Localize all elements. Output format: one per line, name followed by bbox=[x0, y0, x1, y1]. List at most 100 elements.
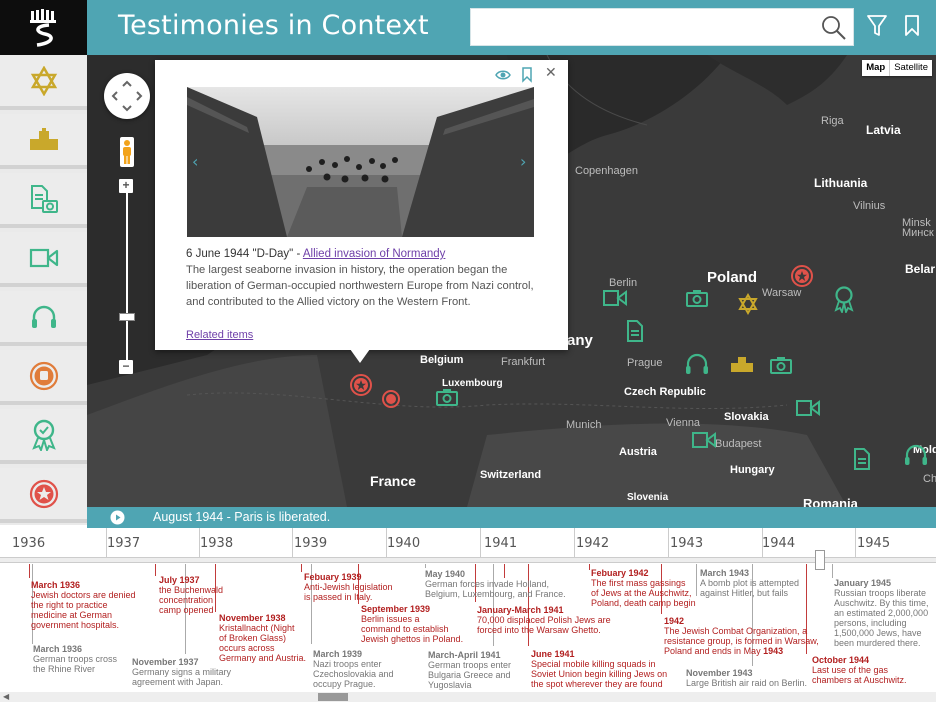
marker-star-badge-icon[interactable] bbox=[349, 373, 373, 397]
map-button[interactable]: Map bbox=[862, 60, 891, 76]
bookmark-icon[interactable] bbox=[903, 14, 921, 38]
pan-control[interactable] bbox=[104, 73, 150, 119]
year-label[interactable]: 1943 bbox=[670, 536, 703, 551]
satellite-button[interactable]: Satellite bbox=[890, 60, 932, 76]
sidebar-item-documents-photos[interactable] bbox=[0, 173, 87, 228]
zoom-in-button[interactable]: + bbox=[119, 179, 133, 193]
landing-craft-photo: ‹ › bbox=[187, 87, 534, 237]
popup-bookmark-icon[interactable] bbox=[521, 67, 533, 83]
popup-close-button[interactable]: ✕ bbox=[545, 64, 557, 81]
search-box[interactable] bbox=[470, 8, 854, 46]
year-label[interactable]: 1937 bbox=[107, 536, 140, 551]
scrollbar-thumb[interactable] bbox=[318, 693, 348, 701]
timeline[interactable]: 1936 1937 1938 1939 1940 1941 1942 1943 … bbox=[0, 528, 936, 702]
timeline-event[interactable]: November 1937 Germany signs a military ag… bbox=[132, 657, 231, 687]
timeline-event[interactable]: November 1943 Large British air raid on … bbox=[686, 668, 807, 688]
timeline-event[interactable]: May 1940 German forces invade Holland, Be… bbox=[425, 569, 566, 599]
search-icon[interactable] bbox=[821, 15, 847, 41]
sidebar-item-places[interactable] bbox=[0, 114, 87, 169]
playbar: August 1944 - Paris is liberated. bbox=[87, 507, 936, 528]
marker-headphones-icon[interactable] bbox=[903, 443, 929, 467]
popup-date: 6 June 1944 "D-Day" - bbox=[186, 248, 303, 260]
sidebar-item-audio[interactable] bbox=[0, 291, 87, 346]
marker-building-icon[interactable] bbox=[730, 355, 754, 373]
marker-star-badge-icon[interactable] bbox=[790, 264, 814, 288]
view-icon[interactable] bbox=[495, 68, 511, 82]
sidebar-item-jewish-life[interactable] bbox=[0, 55, 87, 110]
timeline-event[interactable]: March 1936 Jewish doctors are denied the … bbox=[31, 580, 136, 630]
marker-camera-icon[interactable] bbox=[685, 288, 709, 308]
marker-camera-icon[interactable] bbox=[435, 387, 459, 407]
zoom-out-button[interactable]: − bbox=[119, 360, 133, 374]
header: Testimonies in Context bbox=[0, 0, 936, 55]
map-label-germany: any bbox=[567, 332, 593, 349]
timeline-event[interactable]: November 1938 Kristallnacht (Night of Bro… bbox=[219, 613, 306, 663]
year-label[interactable]: 1945 bbox=[857, 536, 890, 551]
year-label[interactable]: 1940 bbox=[387, 536, 420, 551]
year-label[interactable]: 1944 bbox=[762, 536, 795, 551]
marker-document-icon[interactable] bbox=[852, 447, 872, 471]
filter-icon[interactable] bbox=[866, 14, 888, 38]
marker-headphones-icon[interactable] bbox=[684, 352, 710, 376]
map-label-austria: Austria bbox=[619, 446, 657, 458]
marker-video-icon[interactable] bbox=[602, 289, 628, 307]
year-label[interactable]: 1941 bbox=[484, 536, 517, 551]
timeline-event[interactable]: January 1945 Russian troops liberate Ausc… bbox=[834, 578, 929, 648]
year-label[interactable]: 1939 bbox=[294, 536, 327, 551]
logo[interactable] bbox=[0, 0, 87, 55]
map-label-riga: Riga bbox=[821, 115, 844, 127]
marker-document-icon[interactable] bbox=[625, 319, 645, 343]
sidebar-item-resistance[interactable] bbox=[0, 350, 87, 405]
timeline-event[interactable]: July 1937 the Buchenwald concentration cam… bbox=[159, 575, 223, 615]
timeline-event[interactable]: Febuary 1939 Anti-Jewish legislation is p… bbox=[304, 572, 393, 602]
play-icon[interactable] bbox=[110, 510, 125, 525]
page-title: Testimonies in Context bbox=[118, 10, 429, 41]
sidebar-item-video[interactable] bbox=[0, 232, 87, 287]
marker-camera-icon[interactable] bbox=[769, 355, 793, 375]
timeline-scrollbar[interactable]: ◀ bbox=[0, 692, 936, 702]
popup-title-link[interactable]: Allied invasion of Normandy bbox=[303, 248, 446, 260]
pegman-icon bbox=[123, 140, 131, 164]
street-view-pegman[interactable] bbox=[120, 137, 134, 167]
map-label-copenhagen: Copenhagen bbox=[575, 165, 639, 177]
building-icon bbox=[29, 127, 58, 150]
marker-ribbon-icon[interactable] bbox=[380, 389, 402, 413]
timeline-event[interactable]: October 1944 Last use of the gas chambers… bbox=[812, 655, 907, 685]
search-input[interactable] bbox=[477, 15, 807, 41]
timeline-event[interactable]: January-March 1941 70,000 displaced Poli… bbox=[477, 605, 611, 635]
year-label[interactable]: 1942 bbox=[576, 536, 609, 551]
map-type-toggle[interactable]: Map Satellite bbox=[862, 60, 932, 76]
popup-caption: 6 June 1944 "D-Day" - Allied invasion of… bbox=[186, 246, 536, 262]
timeline-event[interactable]: March 1943 A bomb plot is attempted again… bbox=[700, 568, 799, 598]
timeline-event[interactable]: Febuary 1942 The first mass gassings of J… bbox=[591, 568, 696, 608]
timeline-event[interactable]: March-April 1941 German troops enter Bulg… bbox=[428, 650, 511, 690]
sidebar-item-liberation[interactable] bbox=[0, 468, 87, 523]
map-label-prague: Prague bbox=[627, 357, 663, 369]
marker-video-icon[interactable] bbox=[795, 399, 821, 417]
marker-ribbon-icon[interactable] bbox=[832, 285, 856, 313]
zoom-slider-track[interactable] bbox=[126, 185, 128, 367]
svg-text:›: › bbox=[520, 152, 526, 171]
timeline-event[interactable]: March 1936 German troops cross the Rhine … bbox=[33, 644, 117, 674]
headphones-icon bbox=[31, 305, 56, 328]
timeline-event[interactable]: 1942 The Jewish Combat Organization, a re… bbox=[664, 616, 819, 656]
timeline-event[interactable]: September 1939 Berlin issues a command to… bbox=[361, 604, 463, 644]
marker-star-of-david-icon[interactable] bbox=[737, 293, 759, 315]
map-label-slovakia: Slovakia bbox=[724, 411, 769, 423]
svg-text:‹: ‹ bbox=[192, 152, 198, 171]
zoom-slider-handle[interactable] bbox=[119, 313, 135, 321]
map-label-romania: Romania bbox=[803, 496, 858, 507]
timeline-event[interactable]: March 1939 Nazi troops enter Czechoslovak… bbox=[313, 649, 394, 689]
related-items-link[interactable]: Related items bbox=[186, 329, 253, 341]
year-label[interactable]: 1936 bbox=[12, 536, 45, 551]
sidebar-item-rescue[interactable] bbox=[0, 409, 87, 464]
event-popup: ✕ ‹ › 6 June 1944 "D-Day" - Allied invas… bbox=[155, 60, 568, 350]
scroll-left-arrow-icon[interactable]: ◀ bbox=[3, 692, 9, 701]
timeline-track[interactable] bbox=[0, 557, 936, 563]
popup-photo: ‹ › bbox=[187, 87, 534, 237]
marker-video-icon[interactable] bbox=[691, 431, 717, 449]
year-label[interactable]: 1938 bbox=[200, 536, 233, 551]
timeline-event[interactable]: June 1941 Special mobile killing squads … bbox=[531, 649, 667, 689]
timeline-handle[interactable] bbox=[815, 550, 825, 570]
timeline-years: 1936 1937 1938 1939 1940 1941 1942 1943 … bbox=[0, 528, 936, 558]
